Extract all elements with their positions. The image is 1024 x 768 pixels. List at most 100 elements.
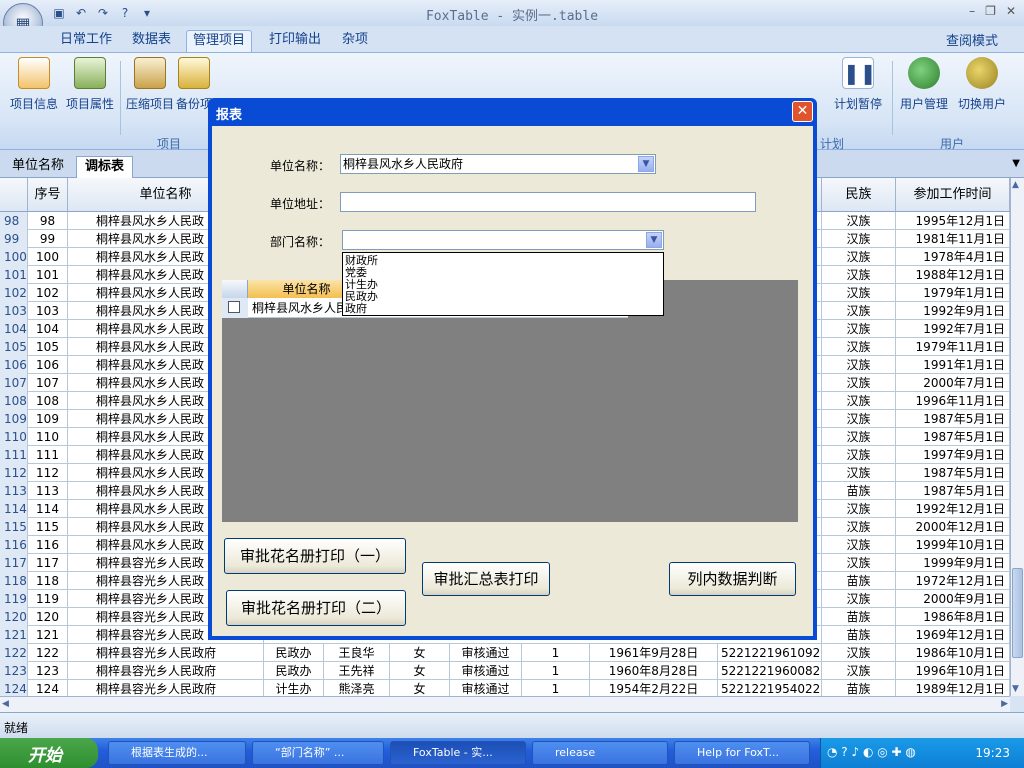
taskbar-item-report[interactable]: 根据表生成的... bbox=[108, 741, 246, 765]
cell-ethnic[interactable]: 汉族 bbox=[822, 428, 896, 446]
cell-birth[interactable]: 1960年8月28日 bbox=[590, 662, 718, 680]
table-row[interactable]: 122 122 桐梓县容光乡人民政府 民政办 王良华女审核通过 1 1961年9月28日 52… bbox=[0, 644, 1010, 662]
cell-ethnic[interactable]: 汉族 bbox=[822, 356, 896, 374]
row-number[interactable]: 114 bbox=[0, 500, 28, 518]
table-row[interactable]: 124 124 桐梓县容光乡人民政府 计生办 熊泽亮女审核通过 1 1954年2月22日 52… bbox=[0, 680, 1010, 696]
cell-ethnic[interactable]: 汉族 bbox=[822, 410, 896, 428]
cell-ethnic[interactable]: 汉族 bbox=[822, 320, 896, 338]
row-number[interactable]: 121 bbox=[0, 626, 28, 644]
cell-seq[interactable]: 110 bbox=[28, 428, 68, 446]
cell-sex[interactable]: 女 bbox=[390, 644, 450, 662]
cell-seq[interactable]: 98 bbox=[28, 212, 68, 230]
cell-seq[interactable]: 120 bbox=[28, 608, 68, 626]
cell-work-date[interactable]: 1991年1月1日 bbox=[896, 356, 1010, 374]
cell-work-date[interactable]: 1992年12月1日 bbox=[896, 500, 1010, 518]
row-number[interactable]: 99 bbox=[0, 230, 28, 248]
cell-dept[interactable]: 民政办 bbox=[264, 644, 324, 662]
undo-icon[interactable]: ↶ bbox=[72, 4, 90, 22]
sub-grid-corner[interactable] bbox=[222, 280, 248, 298]
cell-work-date[interactable]: 1988年12月1日 bbox=[896, 266, 1010, 284]
taskbar-item-dept[interactable]: “部门名称” ... bbox=[252, 741, 384, 765]
column-data-judge-button[interactable]: 列内数据判断 bbox=[669, 562, 796, 596]
cell-seq[interactable]: 106 bbox=[28, 356, 68, 374]
user-management-button[interactable]: 用户管理 bbox=[896, 57, 952, 121]
row-number[interactable]: 108 bbox=[0, 392, 28, 410]
row-number[interactable]: 112 bbox=[0, 464, 28, 482]
cell-work-date[interactable]: 1997年9月1日 bbox=[896, 446, 1010, 464]
cell-ethnic[interactable]: 汉族 bbox=[822, 554, 896, 572]
chevron-down-icon[interactable]: ▼ bbox=[646, 232, 662, 248]
dropdown-option[interactable]: 民政办 bbox=[345, 291, 661, 303]
taskbar-item-help[interactable]: Help for FoxT... bbox=[674, 741, 810, 765]
row-number[interactable]: 118 bbox=[0, 572, 28, 590]
cell-ethnic[interactable]: 汉族 bbox=[822, 464, 896, 482]
cell-work-date[interactable]: 2000年9月1日 bbox=[896, 590, 1010, 608]
row-number[interactable]: 104 bbox=[0, 320, 28, 338]
cell-work-date[interactable]: 2000年7月1日 bbox=[896, 374, 1010, 392]
cell-ethnic[interactable]: 汉族 bbox=[822, 302, 896, 320]
cell-seq[interactable]: 121 bbox=[28, 626, 68, 644]
cell-status[interactable]: 审核通过 bbox=[450, 644, 522, 662]
scroll-left-icon[interactable]: ◀ bbox=[2, 699, 9, 709]
tab-menu-arrow-icon[interactable]: ▼ bbox=[1012, 158, 1020, 169]
cell-id[interactable]: 5221221954022200 bbox=[718, 680, 822, 696]
cell-seq[interactable]: 99 bbox=[28, 230, 68, 248]
cell-unit[interactable]: 桐梓县容光乡人民政府 bbox=[68, 680, 264, 696]
vertical-scrollbar[interactable]: ▲ ▼ bbox=[1010, 178, 1024, 696]
column-header-work-date[interactable]: 参加工作时间 bbox=[896, 178, 1010, 212]
cell-seq[interactable]: 114 bbox=[28, 500, 68, 518]
dept-name-combo[interactable]: ▼ bbox=[342, 230, 664, 250]
sub-grid-row-header[interactable] bbox=[222, 298, 248, 318]
dropdown-option[interactable]: 计生办 bbox=[345, 279, 661, 291]
horizontal-scrollbar[interactable]: ◀ ▶ bbox=[0, 696, 1010, 712]
switch-user-button[interactable]: 切换用户 bbox=[952, 57, 1012, 121]
cell-ethnic[interactable]: 汉族 bbox=[822, 212, 896, 230]
row-number[interactable]: 102 bbox=[0, 284, 28, 302]
cell-work-date[interactable]: 1996年11月1日 bbox=[896, 392, 1010, 410]
cell-sex[interactable]: 女 bbox=[390, 662, 450, 680]
cell-dept[interactable]: 民政办 bbox=[264, 662, 324, 680]
cell-seq[interactable]: 104 bbox=[28, 320, 68, 338]
dropdown-option[interactable]: 党委 bbox=[345, 267, 661, 279]
cell-work-date[interactable]: 1987年5月1日 bbox=[896, 464, 1010, 482]
cell-work-date[interactable]: 1972年12月1日 bbox=[896, 572, 1010, 590]
column-header-seq[interactable]: 序号 bbox=[28, 178, 68, 212]
cell-birth[interactable]: 1961年9月28日 bbox=[590, 644, 718, 662]
cell-ethnic[interactable]: 汉族 bbox=[822, 644, 896, 662]
cell-unit[interactable]: 桐梓县容光乡人民政府 bbox=[68, 662, 264, 680]
cell-seq[interactable]: 105 bbox=[28, 338, 68, 356]
start-button[interactable]: 开始 bbox=[0, 738, 98, 768]
tab-misc[interactable]: 杂项 bbox=[336, 30, 374, 52]
row-number[interactable]: 103 bbox=[0, 302, 28, 320]
restore-icon[interactable]: ❐ bbox=[985, 4, 996, 18]
print-summary-button[interactable]: 审批汇总表打印 bbox=[422, 562, 550, 596]
tab-unit-name[interactable]: 单位名称 bbox=[4, 156, 72, 178]
row-number[interactable]: 100 bbox=[0, 248, 28, 266]
chevron-down-icon[interactable]: ▼ bbox=[638, 156, 654, 172]
row-number[interactable]: 122 bbox=[0, 644, 28, 662]
backup-project-button[interactable]: 备份项 bbox=[176, 57, 212, 121]
row-number[interactable]: 113 bbox=[0, 482, 28, 500]
customize-arrow-icon[interactable]: ▾ bbox=[138, 4, 156, 22]
row-number[interactable]: 111 bbox=[0, 446, 28, 464]
cell-ethnic[interactable]: 汉族 bbox=[822, 500, 896, 518]
cell-ethnic[interactable]: 汉族 bbox=[822, 518, 896, 536]
cell-status[interactable]: 审核通过 bbox=[450, 680, 522, 696]
close-icon[interactable]: ✕ bbox=[1006, 4, 1016, 18]
project-properties-button[interactable]: 项目属性 bbox=[62, 57, 118, 121]
grid-corner[interactable] bbox=[0, 178, 28, 212]
cell-seq[interactable]: 115 bbox=[28, 518, 68, 536]
row-number[interactable]: 119 bbox=[0, 590, 28, 608]
cell-seq[interactable]: 123 bbox=[28, 662, 68, 680]
tab-print-output[interactable]: 打印输出 bbox=[263, 30, 327, 52]
tab-daily-work[interactable]: 日常工作 bbox=[54, 30, 118, 52]
cell-seq[interactable]: 113 bbox=[28, 482, 68, 500]
cell-work-date[interactable]: 1981年11月1日 bbox=[896, 230, 1010, 248]
cell-dept[interactable]: 计生办 bbox=[264, 680, 324, 696]
cell-seq[interactable]: 108 bbox=[28, 392, 68, 410]
cell-ethnic[interactable]: 汉族 bbox=[822, 284, 896, 302]
cell-ethnic[interactable]: 汉族 bbox=[822, 230, 896, 248]
row-number[interactable]: 107 bbox=[0, 374, 28, 392]
cell-seq[interactable]: 124 bbox=[28, 680, 68, 696]
scroll-down-icon[interactable]: ▼ bbox=[1012, 684, 1019, 694]
